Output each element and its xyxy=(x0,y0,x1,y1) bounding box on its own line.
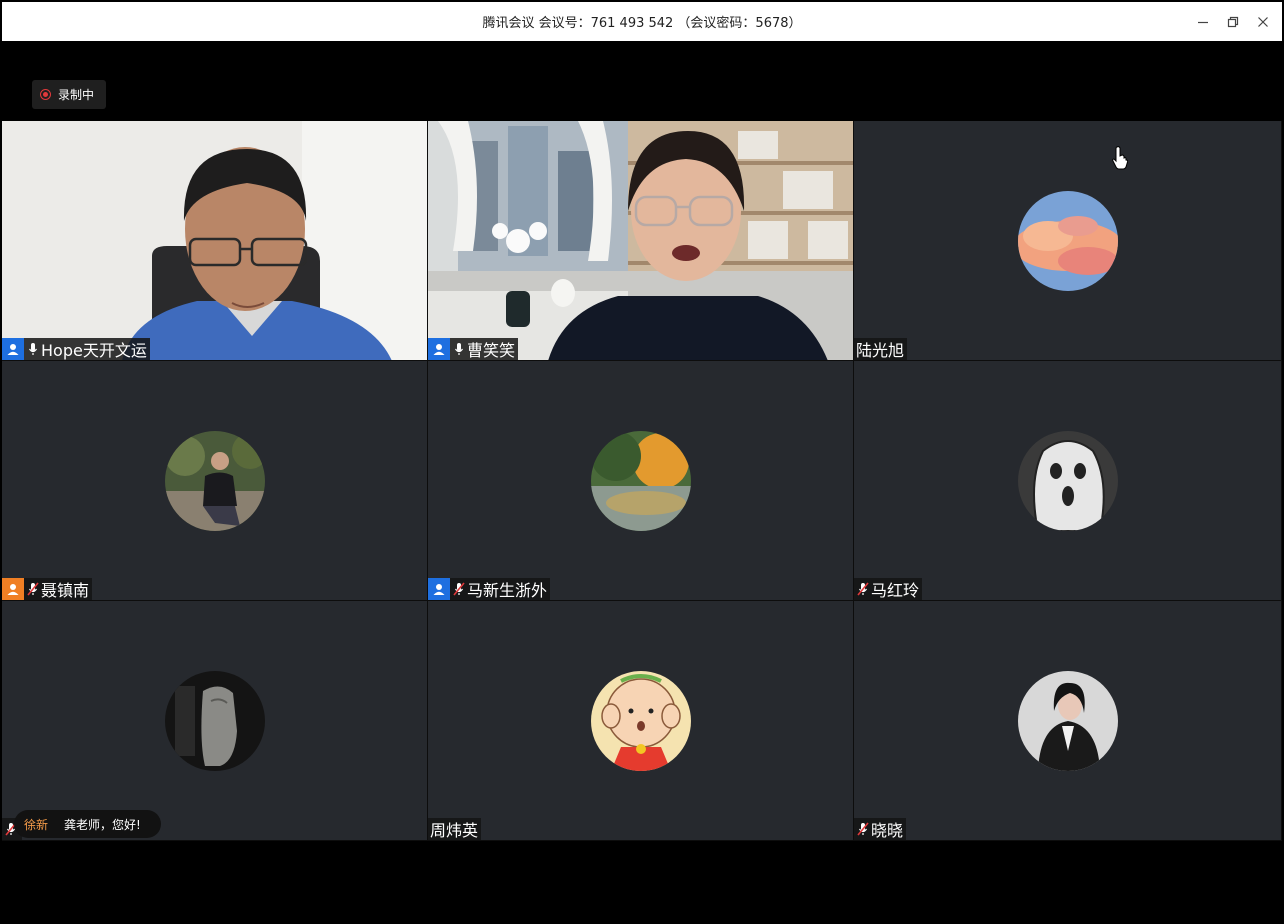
video-grid: Hope天开文运 曹笑笑 陆光旭 聂镇南 马新生浙外 马红玲 周炜英 晓晓 xyxy=(2,121,1282,841)
participant-name: 聂镇南 xyxy=(41,581,90,600)
participant-name: 马新生浙外 xyxy=(467,581,548,600)
chat-bubble[interactable]: 徐新 龚老师，您好! xyxy=(14,810,161,838)
chat-sender: 徐新 xyxy=(24,817,49,832)
participant-avatar xyxy=(164,670,265,771)
window-controls xyxy=(1188,2,1278,41)
microphone-muted-icon xyxy=(26,580,40,598)
participant-avatar xyxy=(1017,670,1118,771)
close-icon[interactable] xyxy=(1248,2,1278,41)
hand-cursor-icon xyxy=(1112,146,1128,170)
microphone-muted-icon xyxy=(856,580,870,598)
participant-tile[interactable] xyxy=(2,601,428,841)
user-role-icon xyxy=(428,578,450,600)
participant-avatar xyxy=(590,670,691,771)
participant-tile[interactable]: 晓晓 xyxy=(854,601,1282,841)
microphone-icon xyxy=(452,340,466,358)
user-role-icon xyxy=(2,578,24,600)
window-titlebar: 腾讯会议 会议号：761 493 542 （会议密码：5678） xyxy=(2,2,1282,41)
participant-video xyxy=(428,121,853,360)
participant-tile[interactable]: 陆光旭 xyxy=(854,121,1282,361)
microphone-icon xyxy=(26,340,40,358)
meeting-title: 腾讯会议 会议号：761 493 542 （会议密码：5678） xyxy=(482,16,802,31)
minimize-icon[interactable] xyxy=(1188,2,1218,41)
participant-nametag: 曹笑笑 xyxy=(428,338,519,360)
participant-nametag: 马红玲 xyxy=(854,578,923,600)
participant-nametag: 马新生浙外 xyxy=(428,578,551,600)
participant-tile[interactable]: 马红玲 xyxy=(854,361,1282,601)
participant-nametag: 聂镇南 xyxy=(2,578,93,600)
participant-nametag: 晓晓 xyxy=(854,818,907,840)
participant-name: 曹笑笑 xyxy=(467,341,516,360)
participant-avatar xyxy=(590,430,691,531)
participant-tile[interactable]: 聂镇南 xyxy=(2,361,428,601)
participant-avatar xyxy=(164,430,265,531)
participant-tile-active-speaker[interactable]: 曹笑笑 xyxy=(428,121,854,361)
record-icon xyxy=(40,89,51,100)
participant-nametag: 陆光旭 xyxy=(854,338,908,360)
participant-nametag: 周炜英 xyxy=(428,818,482,840)
participant-name: 马红玲 xyxy=(871,581,920,600)
user-role-icon xyxy=(2,338,24,360)
chat-message: 龚老师，您好! xyxy=(64,817,141,832)
recording-indicator[interactable]: 录制中 xyxy=(32,80,106,109)
recording-label: 录制中 xyxy=(58,88,95,102)
user-role-icon xyxy=(428,338,450,360)
microphone-muted-icon xyxy=(856,820,870,838)
participant-name: Hope天开文运 xyxy=(41,341,147,360)
participant-avatar xyxy=(1017,190,1118,291)
participant-name: 周炜英 xyxy=(430,821,479,840)
participant-tile[interactable]: 马新生浙外 xyxy=(428,361,854,601)
participant-name: 陆光旭 xyxy=(856,341,905,360)
participant-video xyxy=(2,121,427,360)
participant-nametag: Hope天开文运 xyxy=(2,338,150,360)
participant-tile[interactable]: 周炜英 xyxy=(428,601,854,841)
microphone-muted-icon xyxy=(452,580,466,598)
participant-name: 晓晓 xyxy=(871,821,904,840)
participant-tile[interactable]: Hope天开文运 xyxy=(2,121,428,361)
participant-avatar xyxy=(1017,430,1118,531)
restore-icon[interactable] xyxy=(1218,2,1248,41)
